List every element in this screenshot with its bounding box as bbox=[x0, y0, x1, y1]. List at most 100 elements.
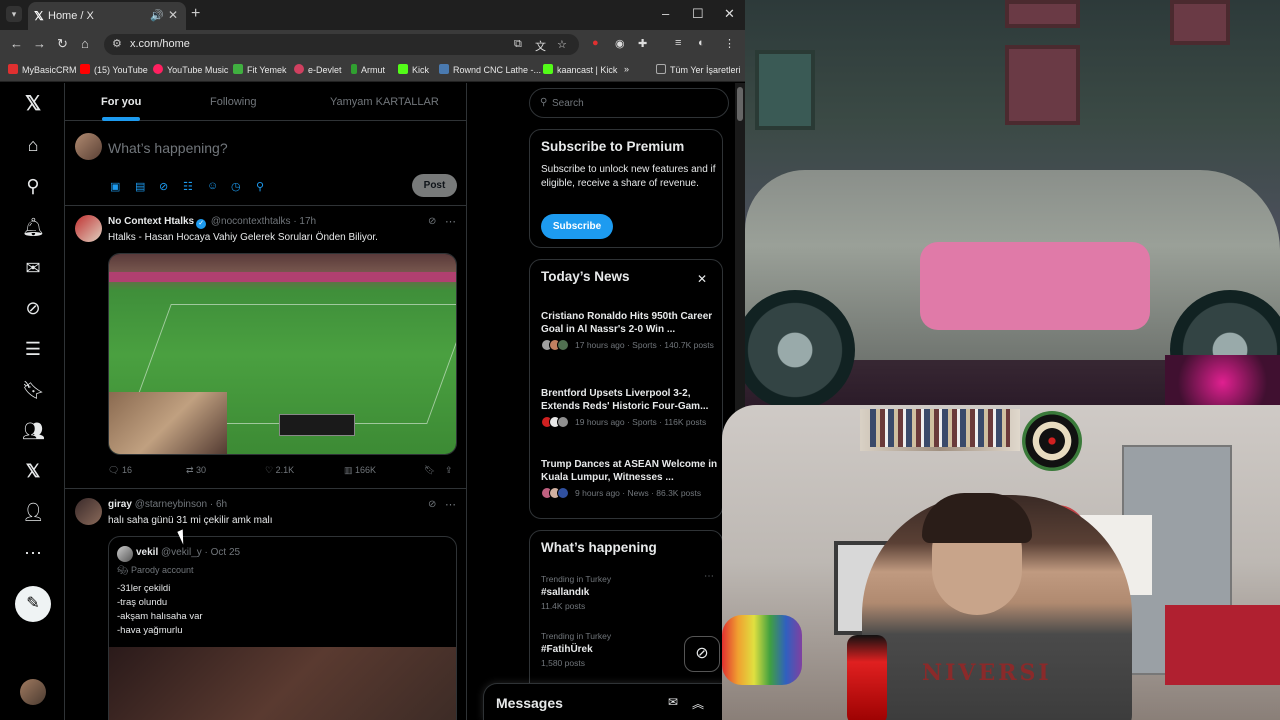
tweet-handle[interactable]: @nocontexthtalks · 17h bbox=[211, 216, 316, 227]
messages-envelope-icon[interactable]: ✉ bbox=[22, 257, 44, 279]
bookmark-kaancast[interactable]: kaancast | Kick bbox=[543, 64, 617, 75]
expand-chevron-icon[interactable]: ︽ bbox=[692, 695, 704, 712]
tweet-avatar[interactable] bbox=[75, 215, 102, 242]
bookmark-armut[interactable]: Armut bbox=[351, 64, 385, 75]
trend-item[interactable]: Trending in Turkey #FatihÜrek 1,580 post… bbox=[541, 631, 611, 668]
neon-glow bbox=[1165, 355, 1280, 410]
extensions-icon[interactable]: ✚ bbox=[638, 37, 647, 50]
tweet-handle[interactable]: @starneybinson · 6h bbox=[135, 499, 227, 510]
scrollbar-thumb[interactable] bbox=[737, 87, 743, 121]
tweet[interactable]: giray @starneybinson · 6h ⊘ ⋯ halı saha … bbox=[65, 490, 466, 720]
trend-more-icon[interactable]: ⋯ bbox=[704, 571, 714, 582]
cast-icon[interactable]: ⧉ bbox=[514, 38, 522, 51]
composer-input[interactable]: What’s happening? bbox=[108, 140, 228, 156]
quoted-tweet[interactable]: vekil @vekil_y · Oct 25 🎭︎ Parody accoun… bbox=[108, 536, 457, 720]
subscribe-button[interactable]: Subscribe bbox=[541, 214, 613, 239]
tab-for-you[interactable]: For you bbox=[101, 96, 141, 108]
bookmark-mybasiccrm[interactable]: MyBasicCRM bbox=[8, 64, 77, 75]
news-item[interactable]: Brentford Upsets Liverpool 3-2, Extends … bbox=[541, 387, 719, 428]
explore-search-icon[interactable]: ⚲ bbox=[22, 175, 44, 197]
gif-icon[interactable]: ▤ bbox=[135, 180, 145, 193]
poll-icon[interactable]: ☷ bbox=[183, 180, 193, 193]
location-icon[interactable]: ⚲ bbox=[256, 180, 264, 193]
tab-following[interactable]: Following bbox=[210, 96, 256, 108]
new-tab-icon[interactable]: + bbox=[191, 5, 200, 23]
grok-compose-icon[interactable]: ⊘ bbox=[159, 180, 168, 193]
bookmark-all-folder[interactable]: Tüm Yer İşaretleri bbox=[656, 64, 741, 75]
tab-search-icon[interactable]: ▾ bbox=[6, 6, 22, 22]
tweet-author-name[interactable]: giray bbox=[108, 499, 132, 510]
tweet-more-icon[interactable]: ⋯ bbox=[445, 215, 456, 228]
bookmarks-icon[interactable]: 🔖︎ bbox=[22, 379, 45, 401]
schedule-icon[interactable]: ◷ bbox=[231, 180, 241, 193]
home-icon[interactable]: ⌂ bbox=[81, 36, 89, 51]
translate-icon[interactable]: 文 bbox=[535, 38, 546, 54]
audio-icon[interactable]: 🔊 bbox=[150, 9, 164, 22]
new-message-icon[interactable]: ✉ bbox=[668, 695, 678, 709]
tweet[interactable]: No Context Htalks ✓ @nocontexthtalks · 17… bbox=[65, 207, 466, 489]
bookmark-tweet-icon[interactable]: 🔖︎ bbox=[424, 465, 435, 476]
maximize-icon[interactable]: ☐ bbox=[692, 6, 704, 22]
close-tab-icon[interactable]: ✕ bbox=[168, 8, 178, 22]
forward-icon[interactable]: → bbox=[33, 36, 46, 51]
media-icon[interactable]: ▣ bbox=[110, 180, 120, 193]
bookmarks-overflow-icon[interactable]: » bbox=[624, 64, 629, 74]
news-item[interactable]: Trump Dances at ASEAN Welcome in Kuala L… bbox=[541, 458, 719, 499]
tweet-avatar[interactable] bbox=[75, 498, 102, 525]
reload-icon[interactable]: ↻ bbox=[57, 36, 68, 52]
communities-icon[interactable]: 👥︎ bbox=[22, 420, 45, 442]
grok-explain-icon[interactable]: ⊘ bbox=[428, 499, 436, 510]
bookmark-youtube[interactable]: (15) YouTube bbox=[80, 64, 148, 75]
bookmark-star-icon[interactable]: ☆ bbox=[557, 38, 567, 51]
repost-button[interactable]: ⇄ 30 bbox=[186, 465, 206, 476]
extension-record-icon[interactable]: ● bbox=[592, 37, 599, 49]
browser-menu-icon[interactable]: ⋮ bbox=[724, 37, 735, 50]
bookmark-fit-yemek[interactable]: Fit Yemek bbox=[233, 64, 287, 75]
premium-x-icon[interactable]: 𝕏 bbox=[22, 460, 44, 482]
grok-floating-icon[interactable]: ⊘ bbox=[684, 636, 720, 672]
tweet-author-name[interactable]: No Context Htalks bbox=[108, 216, 194, 227]
like-button[interactable]: ♡ 2.1K bbox=[265, 465, 294, 476]
trend-count: 11.4K posts bbox=[541, 601, 586, 611]
reply-button[interactable]: 🗨︎ 16 bbox=[108, 465, 132, 476]
minimize-icon[interactable]: – bbox=[662, 6, 669, 21]
grok-explain-icon[interactable]: ⊘ bbox=[428, 216, 436, 227]
media-control-icon[interactable]: ≡ bbox=[675, 37, 681, 49]
trend-item[interactable]: Trending in Turkey #sallandık 11.4K post… bbox=[541, 574, 611, 611]
address-bar[interactable]: ⚙ x.com/home ⧉ 文 ☆ bbox=[104, 34, 579, 55]
close-window-icon[interactable]: ✕ bbox=[724, 6, 735, 22]
account-avatar[interactable] bbox=[20, 679, 46, 705]
extension-circle-icon[interactable]: ◉ bbox=[615, 37, 625, 50]
bookmark-kick[interactable]: Kick bbox=[398, 64, 429, 75]
search-input[interactable]: Search bbox=[552, 98, 584, 109]
views-button[interactable]: ▥ 166K bbox=[344, 465, 376, 476]
share-icon[interactable]: ⇪ bbox=[445, 465, 453, 476]
compose-post-icon[interactable]: ✎ bbox=[15, 586, 51, 622]
x-logo-icon[interactable]: 𝕏 bbox=[22, 93, 44, 115]
notifications-bell-icon[interactable]: 🔔︎ bbox=[22, 216, 45, 238]
tab-yamyam-kartallar[interactable]: Yamyam KARTALLAR bbox=[330, 96, 439, 108]
browser-tab-home[interactable]: 𝕏 Home / X 🔊 ✕ bbox=[28, 2, 186, 30]
post-button[interactable]: Post bbox=[412, 174, 457, 197]
bookmark-youtube-music[interactable]: YouTube Music bbox=[153, 64, 228, 75]
tweet-video[interactable] bbox=[108, 253, 457, 455]
profile-person-icon[interactable]: 👤︎ bbox=[22, 501, 45, 523]
site-info-icon[interactable]: ⚙ bbox=[112, 37, 122, 50]
more-options-icon[interactable]: ⋯ bbox=[22, 542, 44, 564]
tweet-actions: 🗨︎ 16 ⇄ 30 ♡ 2.1K ▥ 166K 🔖︎ ⇪ bbox=[108, 465, 457, 479]
bookmark-e-devlet[interactable]: e-Devlet bbox=[294, 64, 342, 75]
news-item[interactable]: Cristiano Ronaldo Hits 950th Career Goal… bbox=[541, 310, 719, 351]
profile-icon[interactable]: ◐ bbox=[698, 37, 705, 49]
back-icon[interactable]: ← bbox=[10, 36, 23, 51]
grok-icon[interactable]: ⊘ bbox=[22, 297, 44, 319]
home-nav-icon[interactable]: ⌂ bbox=[22, 134, 44, 156]
whats-happening-title: What’s happening bbox=[541, 540, 657, 555]
search-box[interactable]: ⚲ Search bbox=[529, 88, 729, 118]
tweet-more-icon[interactable]: ⋯ bbox=[445, 498, 456, 511]
tweet-header: No Context Htalks ✓ @nocontexthtalks · 17… bbox=[108, 216, 316, 229]
close-icon[interactable]: ✕ bbox=[697, 272, 707, 286]
bookmark-rownd-cnc[interactable]: Rownd CNC Lathe -... bbox=[439, 64, 541, 75]
messages-drawer[interactable]: Messages ✉ ︽ bbox=[483, 683, 735, 720]
lists-icon[interactable]: ☰ bbox=[22, 338, 44, 360]
emoji-icon[interactable]: ☺ bbox=[207, 180, 218, 192]
